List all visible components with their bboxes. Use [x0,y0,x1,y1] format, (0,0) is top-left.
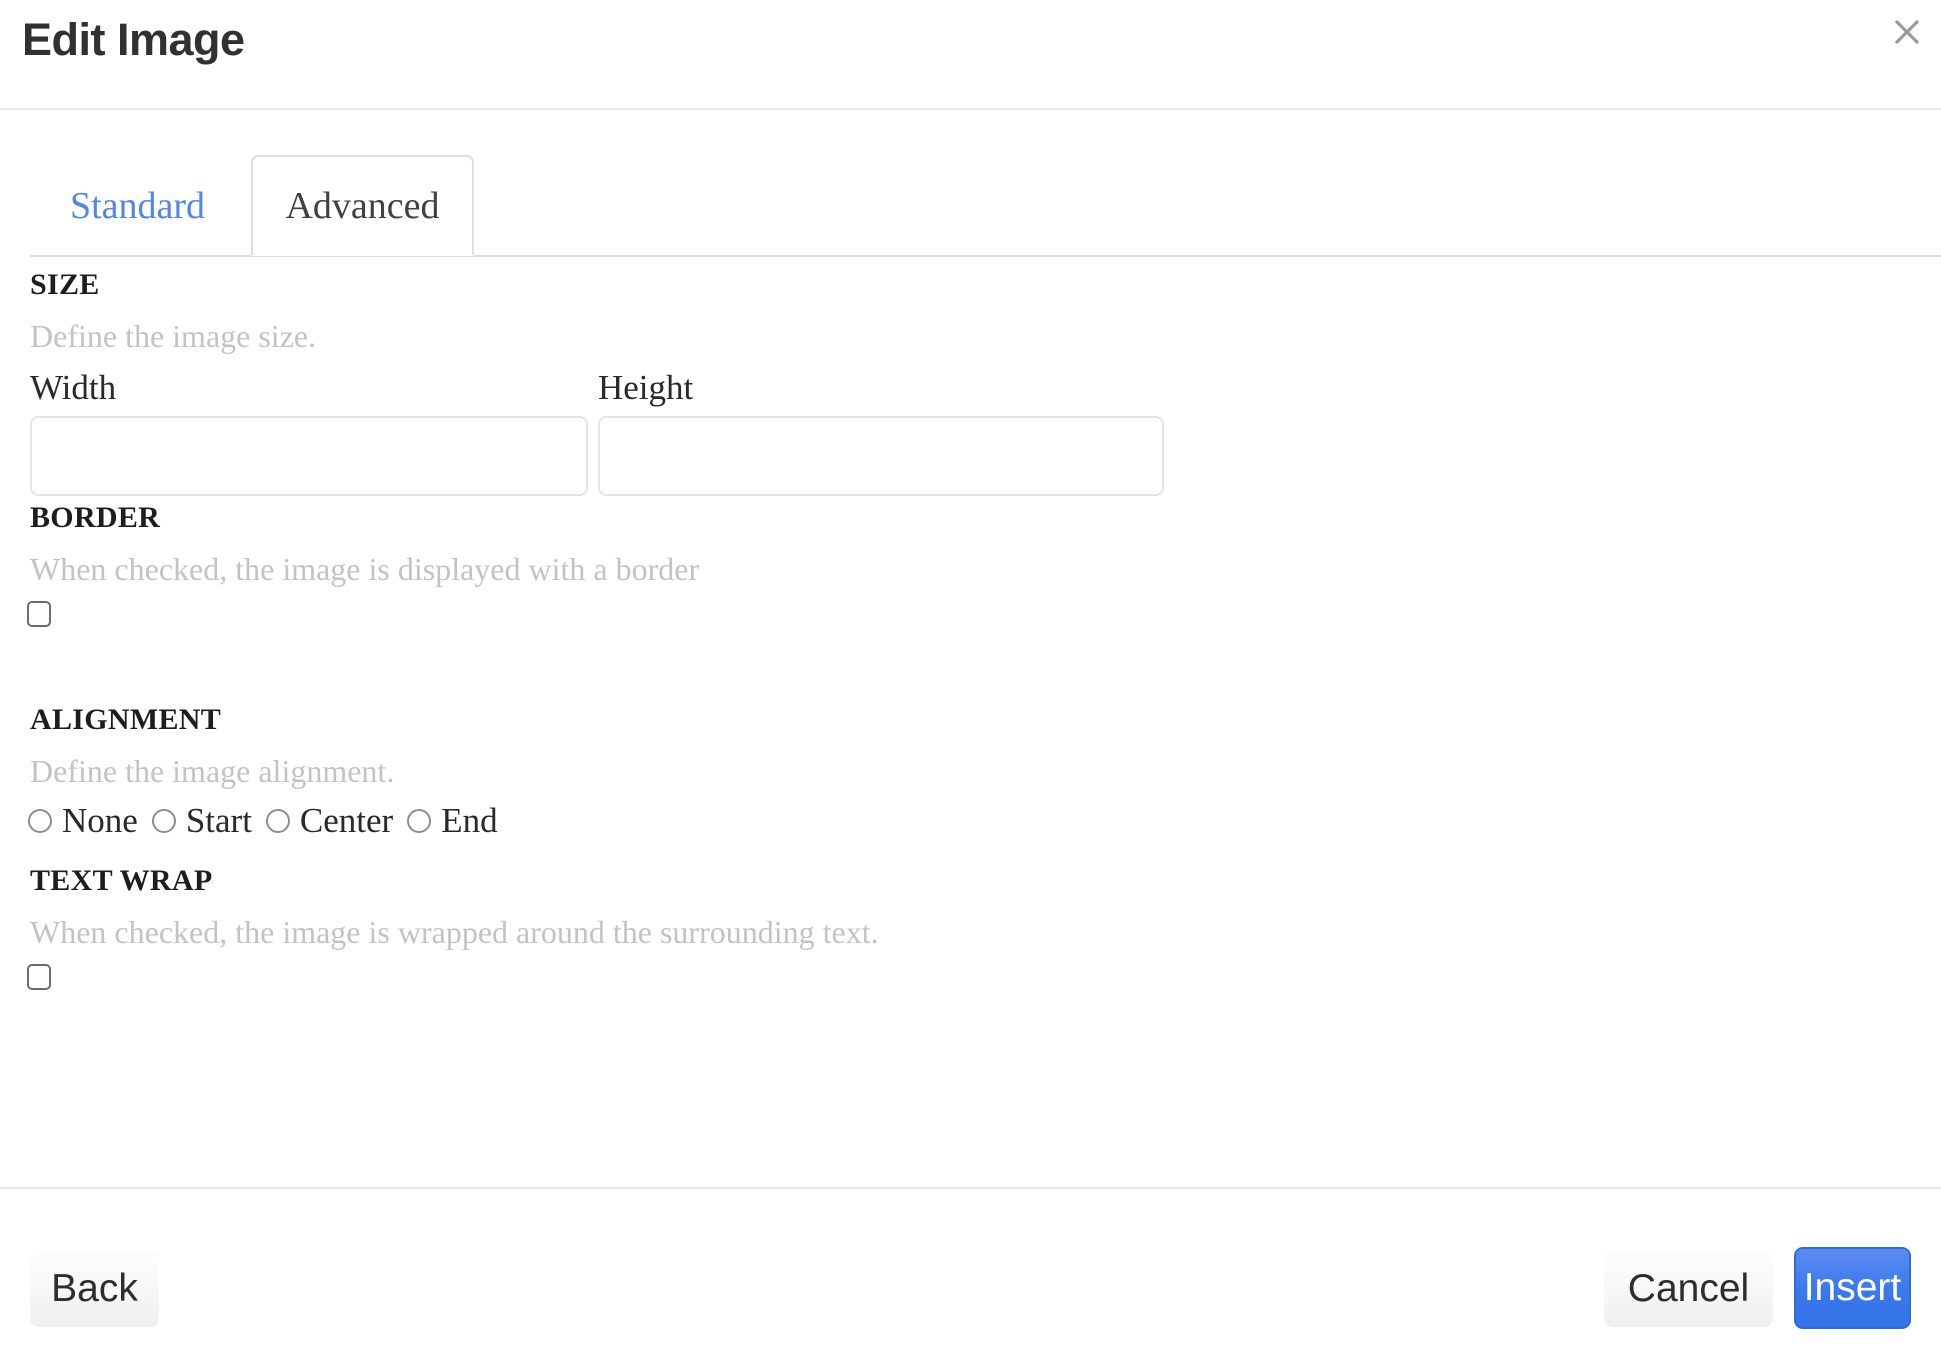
alignment-label-end: End [441,801,498,840]
section-size-description: Define the image size. [30,318,317,354]
alignment-radio-group: None Start Center End [28,801,512,841]
alignment-label-start: Start [185,801,252,840]
tab-bar: Standard Advanced [0,155,1941,258]
back-button[interactable]: Back [30,1251,159,1327]
dialog-footer: Back Cancel Insert [0,1187,1941,1349]
section-alignment-title: ALIGNMENT [30,703,222,736]
alignment-option-start[interactable]: Start [151,801,266,841]
page-title: Edit Image [22,14,245,65]
text-wrap-checkbox[interactable] [27,964,51,990]
section-border-description: When checked, the image is displayed wit… [30,551,700,587]
width-input[interactable] [30,416,588,496]
cancel-button[interactable]: Cancel [1604,1251,1773,1327]
close-button[interactable] [1881,6,1933,58]
tab-advanced-label: Advanced [285,184,440,227]
width-label: Width [30,368,117,407]
alignment-radio-start[interactable] [151,809,176,833]
section-text-wrap-description: When checked, the image is wrapped aroun… [30,914,879,950]
section-border-title: BORDER [30,501,161,534]
section-size-title: SIZE [30,268,100,301]
alignment-label-center: Center [299,801,394,840]
height-input[interactable] [598,416,1164,496]
tab-advanced[interactable]: Advanced [251,155,474,256]
close-icon [1892,17,1922,47]
insert-button[interactable]: Insert [1794,1247,1911,1329]
alignment-radio-end[interactable] [407,809,432,833]
alignment-option-none[interactable]: None [28,801,152,841]
dialog-body: SIZE Define the image size. Width Height… [0,258,1941,1187]
tab-standard[interactable]: Standard [30,155,245,256]
tab-standard-label: Standard [69,184,206,227]
alignment-radio-none[interactable] [28,809,52,833]
section-alignment-description: Define the image alignment. [30,753,395,789]
border-checkbox[interactable] [27,601,51,627]
height-label: Height [598,368,694,407]
alignment-label-none: None [62,801,138,840]
alignment-option-center[interactable]: Center [265,801,407,841]
alignment-option-end[interactable]: End [407,801,511,841]
section-text-wrap-title: TEXT WRAP [30,864,213,897]
alignment-radio-center[interactable] [265,809,290,833]
dialog-header: Edit Image [0,0,1941,110]
